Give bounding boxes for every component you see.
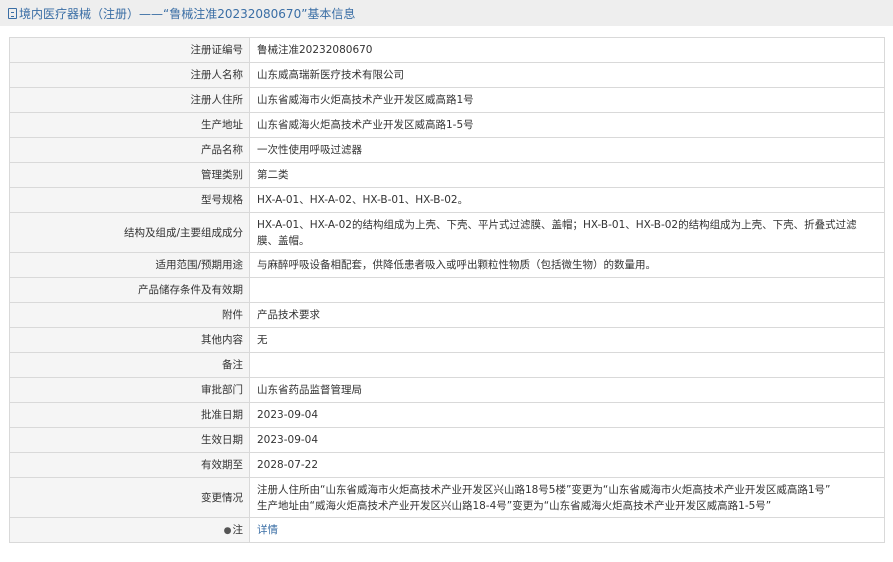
info-table: 注册证编号 鲁械注准20232080670 注册人名称 山东威高瑞新医疗技术有限公司…: [9, 37, 885, 543]
table-row: 注册证编号 鲁械注准20232080670: [9, 37, 885, 63]
row-value: [249, 352, 885, 378]
table-row: 注册人住所 山东省威海市火炬高技术产业开发区威高路1号: [9, 87, 885, 113]
table-row: 注册人名称 山东威高瑞新医疗技术有限公司: [9, 62, 885, 88]
row-label: 结构及组成/主要组成成分: [9, 212, 250, 253]
row-value: 2028-07-22: [249, 452, 885, 478]
row-value: 山东省威海火炬高技术产业开发区威高路1-5号: [249, 112, 885, 138]
row-label: 产品储存条件及有效期: [9, 277, 250, 303]
row-label: 注册人住所: [9, 87, 250, 113]
table-row: 管理类别 第二类: [9, 162, 885, 188]
table-row: 适用范围/预期用途 与麻醉呼吸设备相配套，供降低患者吸入或呼出颗粒性物质（包括微生…: [9, 252, 885, 278]
row-value: 2023-09-04: [249, 427, 885, 453]
bullet-icon: ●: [223, 525, 232, 536]
row-label: 注册证编号: [9, 37, 250, 63]
row-label: 注册人名称: [9, 62, 250, 88]
table-row: 产品名称 一次性使用呼吸过滤器: [9, 137, 885, 163]
details-link[interactable]: 详情: [257, 524, 278, 536]
table-row: 审批部门 山东省药品监督管理局: [9, 377, 885, 403]
page-title: 境内医疗器械（注册）——“鲁械注准20232080670”基本信息: [19, 6, 356, 21]
row-value: 产品技术要求: [249, 302, 885, 328]
row-value: HX-A-01、HX-A-02、HX-B-01、HX-B-02。: [249, 187, 885, 213]
table-row: 其他内容无: [9, 327, 885, 353]
row-label: 批准日期: [9, 402, 250, 428]
row-value: 与麻醉呼吸设备相配套，供降低患者吸入或呼出颗粒性物质（包括微生物）的数量用。: [249, 252, 885, 278]
row-value: 鲁械注准20232080670: [249, 37, 885, 63]
row-value: HX-A-01、HX-A-02的结构组成为上壳、下壳、平片式过滤膜、盖帽；HX-…: [249, 212, 885, 253]
table-row: 产品储存条件及有效期: [9, 277, 885, 303]
row-value: 无: [249, 327, 885, 353]
note-label-cell: ●注: [9, 517, 250, 543]
change-line: 生产地址由“威海火炬高技术产业开发区兴山路18-4号”变更为“山东省威海火炬高技…: [257, 499, 772, 512]
table-row: 有效期至 2028-07-22: [9, 452, 885, 478]
table-row: 生产地址 山东省威海火炬高技术产业开发区威高路1-5号: [9, 112, 885, 138]
table-row: 备注: [9, 352, 885, 378]
row-value: 山东威高瑞新医疗技术有限公司: [249, 62, 885, 88]
note-value-cell: 详情: [249, 517, 885, 543]
row-value: 山东省药品监督管理局: [249, 377, 885, 403]
row-label: 备注: [9, 352, 250, 378]
table-row: 批准日期 2023-09-04: [9, 402, 885, 428]
row-value: 一次性使用呼吸过滤器: [249, 137, 885, 163]
row-value: 第二类: [249, 162, 885, 188]
row-label: 审批部门: [9, 377, 250, 403]
row-label: 型号规格: [9, 187, 250, 213]
table-row: 型号规格 HX-A-01、HX-A-02、HX-B-01、HX-B-02。: [9, 187, 885, 213]
row-label: 附件: [9, 302, 250, 328]
row-label: 其他内容: [9, 327, 250, 353]
row-label: 生产地址: [9, 112, 250, 138]
row-label: 注: [232, 523, 244, 536]
table-row: 附件 产品技术要求: [9, 302, 885, 328]
row-label: 管理类别: [9, 162, 250, 188]
row-label: 有效期至: [9, 452, 250, 478]
table-row: ●注 详情: [9, 517, 885, 543]
document-icon: [8, 7, 17, 19]
row-label: 适用范围/预期用途: [9, 252, 250, 278]
page-header: 境内医疗器械（注册）——“鲁械注准20232080670”基本信息: [0, 0, 893, 26]
table-row: 生效日期 2023-09-04: [9, 427, 885, 453]
table-row: 变更情况 注册人住所由“山东省威海市火炬高技术产业开发区兴山路18号5楼”变更为…: [9, 477, 885, 518]
change-line: 注册人住所由“山东省威海市火炬高技术产业开发区兴山路18号5楼”变更为“山东省威…: [257, 483, 831, 496]
row-label: 产品名称: [9, 137, 250, 163]
table-row: 结构及组成/主要组成成分 HX-A-01、HX-A-02的结构组成为上壳、下壳、平…: [9, 212, 885, 253]
change-history: 注册人住所由“山东省威海市火炬高技术产业开发区兴山路18号5楼”变更为“山东省威…: [249, 477, 885, 518]
row-label: 变更情况: [9, 477, 250, 518]
row-value: 山东省威海市火炬高技术产业开发区威高路1号: [249, 87, 885, 113]
row-label: 生效日期: [9, 427, 250, 453]
row-value: 2023-09-04: [249, 402, 885, 428]
row-value: [249, 277, 885, 303]
